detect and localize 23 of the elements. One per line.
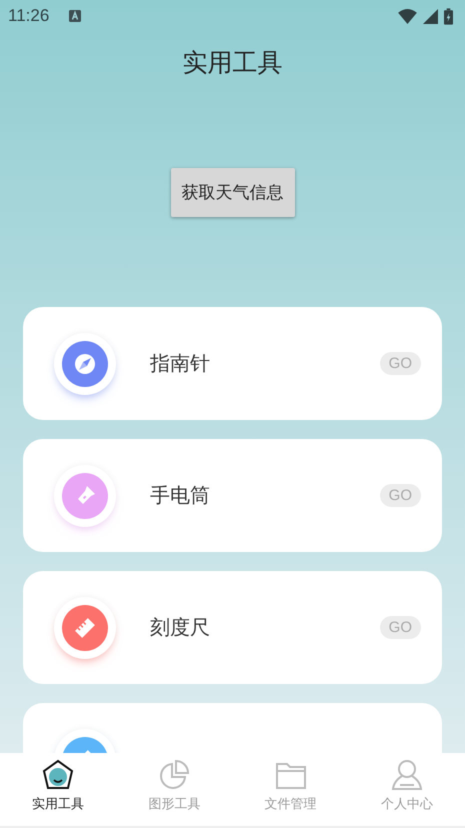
tool-card[interactable]: 刻度尺 GO: [23, 571, 442, 684]
battery-icon: [444, 8, 453, 24]
notification-icon: [69, 10, 82, 22]
nav-tab[interactable]: 图形工具: [116, 753, 232, 826]
tool-name: 指南针: [150, 350, 211, 377]
nav-tab[interactable]: 文件管理: [232, 753, 349, 826]
nav-tab[interactable]: 实用工具: [0, 753, 116, 826]
home-icon: [42, 759, 74, 791]
signal-icon: [423, 8, 438, 24]
tool-name: 刻度尺: [150, 614, 211, 641]
status-time: 11:26: [8, 6, 50, 26]
go-button[interactable]: GO: [380, 616, 421, 639]
go-button[interactable]: GO: [380, 484, 421, 507]
pie-chart-icon: [158, 759, 190, 791]
page-title: 实用工具: [182, 47, 284, 79]
tool-name: 手电筒: [150, 482, 211, 509]
person-icon: [390, 759, 423, 791]
wifi-icon: [398, 8, 417, 24]
tool-card[interactable]: 手电筒 GO: [23, 439, 442, 552]
nav-tab[interactable]: 个人中心: [348, 753, 465, 826]
weather-button[interactable]: 获取天气信息: [170, 168, 294, 217]
tool-card[interactable]: 指南针 GO: [23, 307, 442, 420]
go-button[interactable]: GO: [380, 352, 421, 375]
